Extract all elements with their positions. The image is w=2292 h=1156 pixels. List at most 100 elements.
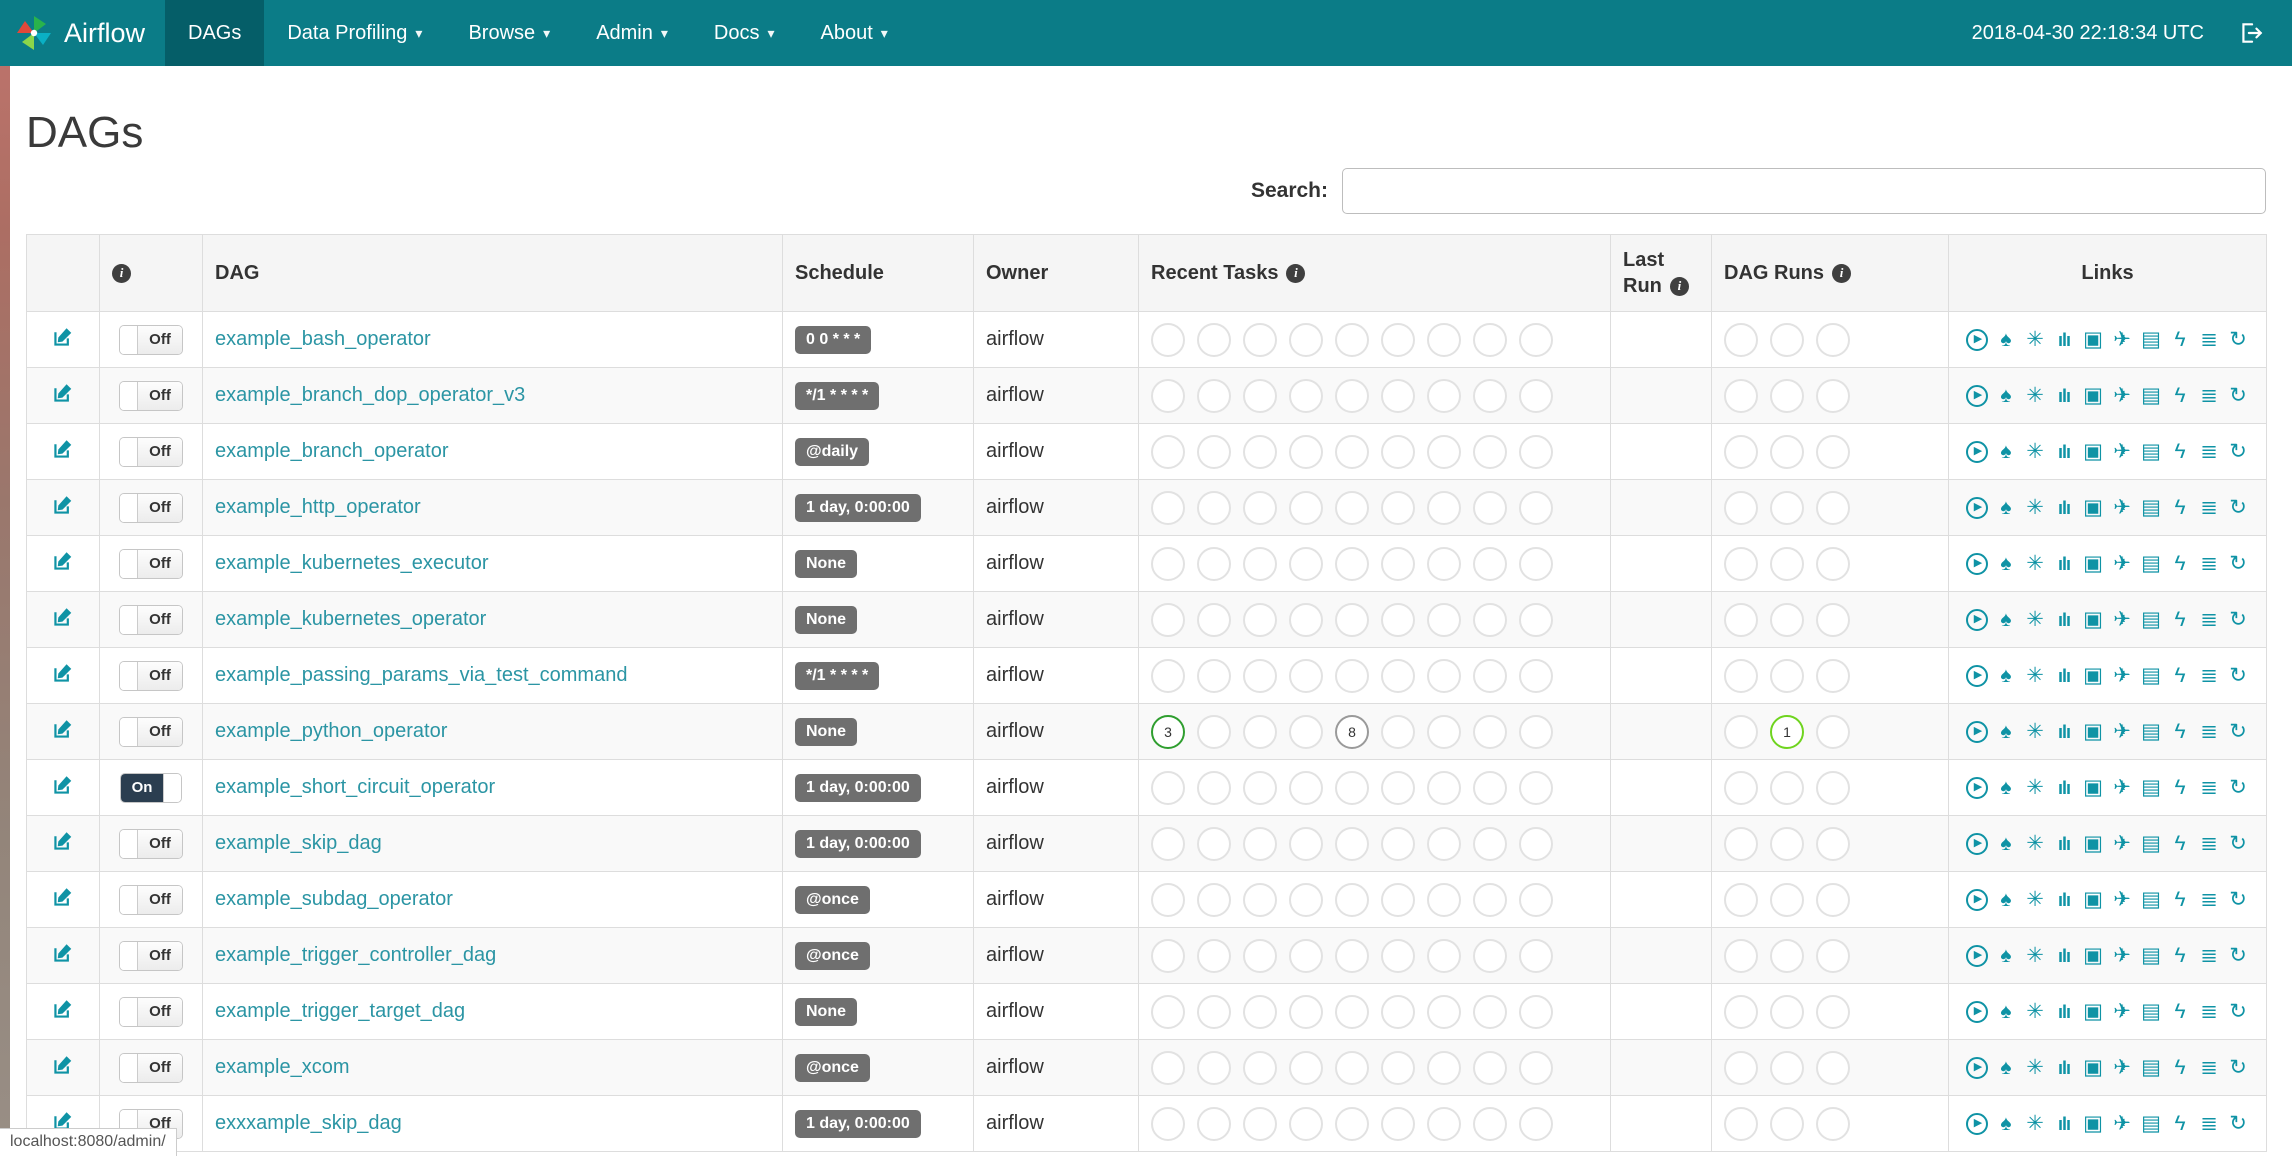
dag-link[interactable]: example_skip_dag [215,832,382,854]
graph-view-icon[interactable]: ✳ [2024,384,2046,408]
tree-view-icon[interactable]: ♠ [1995,1056,2017,1080]
dag-pause-toggle[interactable]: Off [119,660,183,691]
refresh-icon[interactable]: ↻ [2227,664,2249,688]
tree-view-icon[interactable]: ♠ [1995,496,2017,520]
gantt-icon[interactable]: ▤ [2140,328,2162,352]
dag-link[interactable]: example_bash_operator [215,328,431,350]
refresh-icon[interactable]: ↻ [2227,1112,2249,1136]
task-tries-icon[interactable]: ▣ [2082,1056,2104,1080]
graph-view-icon[interactable]: ✳ [2024,888,2046,912]
gantt-icon[interactable]: ▤ [2140,832,2162,856]
dag-link[interactable]: example_branch_dop_operator_v3 [215,384,525,406]
refresh-icon[interactable]: ↻ [2227,832,2249,856]
landing-times-icon[interactable]: ✈ [2111,1000,2133,1024]
tree-view-icon[interactable]: ♠ [1995,888,2017,912]
landing-times-icon[interactable]: ✈ [2111,776,2133,800]
landing-times-icon[interactable]: ✈ [2111,384,2133,408]
dag-link[interactable]: example_subdag_operator [215,888,453,910]
landing-times-icon[interactable]: ✈ [2111,1056,2133,1080]
search-input[interactable] [1342,168,2266,214]
landing-times-icon[interactable]: ✈ [2111,552,2133,576]
landing-times-icon[interactable]: ✈ [2111,664,2133,688]
task-state-circle[interactable]: 1 [1770,714,1804,749]
task-details-icon[interactable]: ≣ [2198,440,2220,464]
task-details-icon[interactable]: ≣ [2198,1000,2220,1024]
dag-pause-toggle[interactable]: Off [119,324,183,355]
graph-view-icon[interactable]: ✳ [2024,944,2046,968]
graph-view-icon[interactable]: ✳ [2024,328,2046,352]
trigger-dag-icon[interactable]: ▶ [1966,384,1988,407]
task-duration-icon[interactable]: ılı [2053,1112,2075,1136]
task-duration-icon[interactable]: ılı [2053,720,2075,744]
edit-dag-icon[interactable] [52,718,74,740]
nav-item-admin[interactable]: Admin ▾ [573,0,691,66]
tree-view-icon[interactable]: ♠ [1995,832,2017,856]
graph-view-icon[interactable]: ✳ [2024,608,2046,632]
refresh-icon[interactable]: ↻ [2227,1000,2249,1024]
gantt-icon[interactable]: ▤ [2140,384,2162,408]
dag-pause-toggle[interactable]: Off [119,604,183,635]
task-duration-icon[interactable]: ılı [2053,944,2075,968]
refresh-icon[interactable]: ↻ [2227,384,2249,408]
gantt-icon[interactable]: ▤ [2140,552,2162,576]
edit-dag-icon[interactable] [52,382,74,404]
graph-view-icon[interactable]: ✳ [2024,496,2046,520]
gantt-icon[interactable]: ▤ [2140,440,2162,464]
refresh-icon[interactable]: ↻ [2227,776,2249,800]
task-details-icon[interactable]: ≣ [2198,496,2220,520]
graph-view-icon[interactable]: ✳ [2024,664,2046,688]
nav-item-data-profiling[interactable]: Data Profiling ▾ [264,0,445,66]
code-view-icon[interactable]: ϟ [2169,944,2191,968]
landing-times-icon[interactable]: ✈ [2111,888,2133,912]
task-duration-icon[interactable]: ılı [2053,664,2075,688]
dag-pause-toggle[interactable]: Off [119,1052,183,1083]
edit-dag-icon[interactable] [52,662,74,684]
task-tries-icon[interactable]: ▣ [2082,720,2104,744]
task-details-icon[interactable]: ≣ [2198,1056,2220,1080]
graph-view-icon[interactable]: ✳ [2024,440,2046,464]
tree-view-icon[interactable]: ♠ [1995,440,2017,464]
task-tries-icon[interactable]: ▣ [2082,1000,2104,1024]
task-details-icon[interactable]: ≣ [2198,720,2220,744]
code-view-icon[interactable]: ϟ [2169,496,2191,520]
task-details-icon[interactable]: ≣ [2198,608,2220,632]
code-view-icon[interactable]: ϟ [2169,776,2191,800]
dag-link[interactable]: example_short_circuit_operator [215,776,495,798]
task-details-icon[interactable]: ≣ [2198,1112,2220,1136]
task-duration-icon[interactable]: ılı [2053,496,2075,520]
refresh-icon[interactable]: ↻ [2227,720,2249,744]
edit-dag-icon[interactable] [52,998,74,1020]
logout-icon[interactable] [2238,20,2264,46]
graph-view-icon[interactable]: ✳ [2024,552,2046,576]
task-tries-icon[interactable]: ▣ [2082,384,2104,408]
airflow-brand[interactable]: Airflow [0,0,165,66]
nav-item-about[interactable]: About ▾ [798,0,911,66]
dag-link[interactable]: example_passing_params_via_test_command [215,664,627,686]
gantt-icon[interactable]: ▤ [2140,720,2162,744]
code-view-icon[interactable]: ϟ [2169,440,2191,464]
dag-link[interactable]: example_python_operator [215,720,447,742]
dag-link[interactable]: example_trigger_target_dag [215,1000,465,1022]
trigger-dag-icon[interactable]: ▶ [1966,328,1988,351]
trigger-dag-icon[interactable]: ▶ [1966,888,1988,911]
refresh-icon[interactable]: ↻ [2227,552,2249,576]
gantt-icon[interactable]: ▤ [2140,496,2162,520]
landing-times-icon[interactable]: ✈ [2111,496,2133,520]
trigger-dag-icon[interactable]: ▶ [1966,664,1988,687]
task-duration-icon[interactable]: ılı [2053,328,2075,352]
task-duration-icon[interactable]: ılı [2053,832,2075,856]
edit-dag-icon[interactable] [52,886,74,908]
code-view-icon[interactable]: ϟ [2169,664,2191,688]
dag-pause-toggle[interactable]: Off [119,884,183,915]
dag-pause-toggle[interactable]: On [119,772,183,803]
task-duration-icon[interactable]: ılı [2053,440,2075,464]
tree-view-icon[interactable]: ♠ [1995,608,2017,632]
edit-dag-icon[interactable] [52,494,74,516]
dag-pause-toggle[interactable]: Off [119,828,183,859]
task-tries-icon[interactable]: ▣ [2082,776,2104,800]
dag-pause-toggle[interactable]: Off [119,716,183,747]
gantt-icon[interactable]: ▤ [2140,888,2162,912]
task-tries-icon[interactable]: ▣ [2082,552,2104,576]
trigger-dag-icon[interactable]: ▶ [1966,608,1988,631]
task-duration-icon[interactable]: ılı [2053,552,2075,576]
